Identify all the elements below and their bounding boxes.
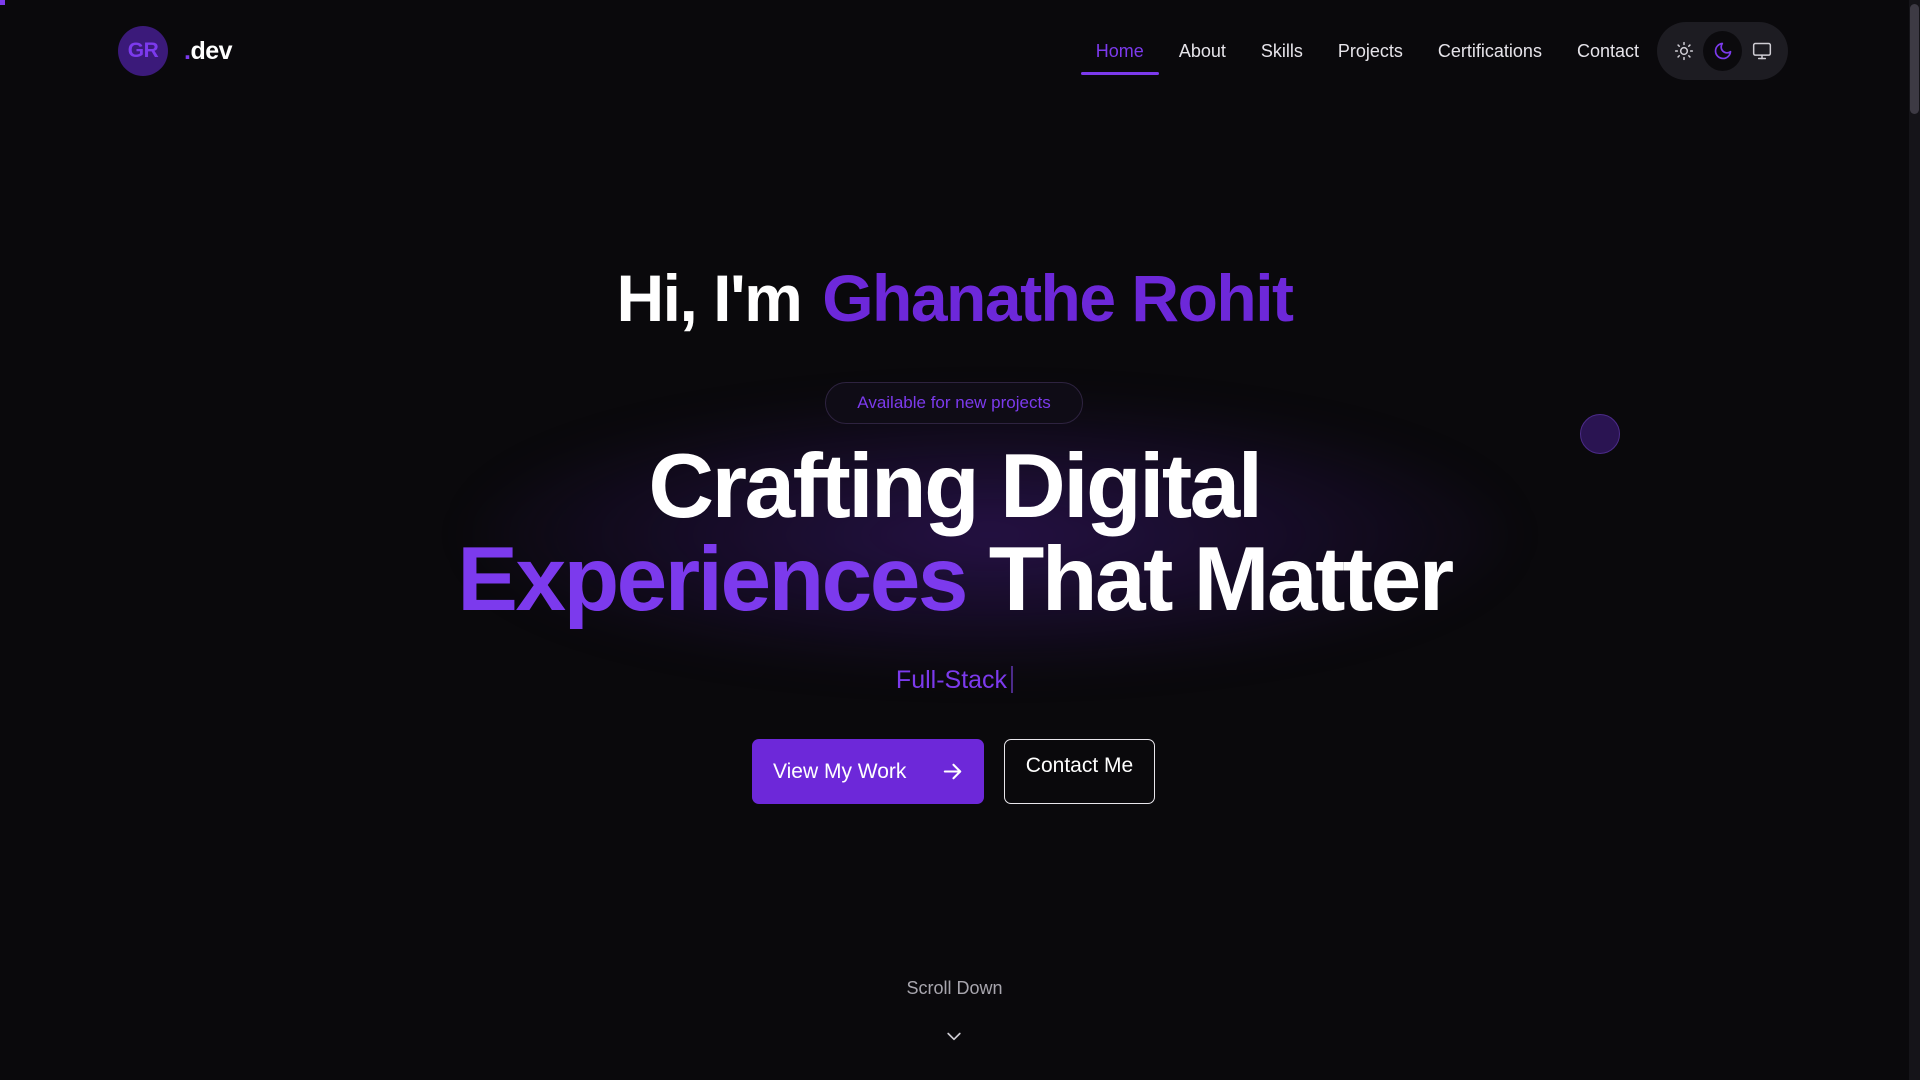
logo-badge: GR [118, 26, 168, 76]
nav-item-skills[interactable]: Skills [1246, 30, 1318, 75]
logo-link[interactable]: GR .dev [118, 26, 233, 76]
nav-item-about[interactable]: About [1164, 30, 1241, 75]
logo-suffix: dev [190, 36, 233, 65]
greeting-prefix: Hi, I'm [616, 261, 802, 335]
page: GR .dev Home About Skills Projects Certi… [0, 0, 1920, 1080]
contact-me-button[interactable]: Contact Me [1004, 739, 1155, 804]
scroll-down-label[interactable]: Scroll Down [0, 978, 1909, 999]
monitor-icon [1752, 42, 1771, 60]
contact-me-label: Contact Me [1025, 754, 1134, 777]
dark-theme-button[interactable] [1703, 31, 1742, 71]
view-my-work-button[interactable]: View My Work [752, 739, 984, 804]
headline-accent: Experiences [457, 529, 968, 630]
hero-greeting: Hi, I'm Ghanathe Rohit [0, 265, 1909, 331]
arrow-right-icon [943, 763, 962, 780]
sun-icon [1674, 41, 1693, 61]
view-my-work-label: View My Work [773, 759, 907, 783]
nav-item-projects[interactable]: Projects [1323, 30, 1418, 75]
system-theme-button[interactable] [1742, 31, 1781, 71]
chevron-down-icon[interactable] [944, 1026, 964, 1046]
availability-badge: Available for new projects [825, 382, 1083, 424]
typed-role: Full-Stack [0, 666, 1909, 695]
nav-item-contact[interactable]: Contact [1562, 30, 1654, 75]
headline-line-1: Crafting Digital [648, 436, 1263, 537]
hero-headline: Crafting Digital Experiences That Matter [0, 440, 1909, 626]
nav-item-home[interactable]: Home [1080, 30, 1159, 75]
hero-name: Ghanathe Rohit [822, 261, 1294, 335]
scrollbar-thumb[interactable] [1910, 4, 1919, 114]
site-header: GR .dev Home About Skills Projects Certi… [0, 0, 1909, 102]
headline-rest: That Matter [988, 529, 1454, 630]
nav-item-certifications[interactable]: Certifications [1423, 30, 1557, 75]
typing-caret [1011, 666, 1014, 693]
main-nav: Home About Skills Projects Certification… [1076, 30, 1654, 75]
logo-text: .dev [184, 36, 233, 66]
scrollbar[interactable] [1909, 0, 1920, 1080]
theme-switch [1657, 22, 1788, 80]
moon-icon [1714, 42, 1731, 60]
typed-role-text: Full-Stack [895, 666, 1008, 694]
light-theme-button[interactable] [1664, 31, 1703, 71]
